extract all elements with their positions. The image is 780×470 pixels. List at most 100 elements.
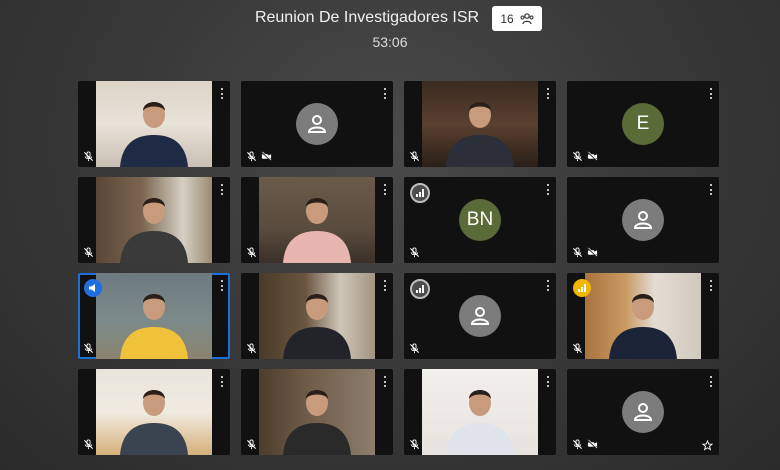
person-silhouette xyxy=(609,294,677,359)
video-feed xyxy=(259,273,375,359)
mic-off-icon xyxy=(572,343,583,354)
person-silhouette xyxy=(283,294,351,359)
participant-tile[interactable]: BN xyxy=(404,177,556,263)
camera-off-icon xyxy=(587,151,598,162)
tile-menu-icon[interactable] xyxy=(384,88,387,99)
star-icon[interactable] xyxy=(702,440,713,451)
meeting-timer: 53:06 xyxy=(372,34,408,50)
person-silhouette xyxy=(283,390,351,455)
participant-tile[interactable]: E xyxy=(567,81,719,167)
tile-menu-icon[interactable] xyxy=(221,280,224,291)
signal-icon xyxy=(573,279,591,297)
tile-menu-icon[interactable] xyxy=(221,88,224,99)
tile-status xyxy=(409,439,420,450)
mic-off-icon xyxy=(246,343,257,354)
participant-grid: E BN xyxy=(78,81,719,455)
person-icon xyxy=(307,115,327,133)
meeting-header: Reunion De Investigadores ISR 16 53:06 xyxy=(0,0,780,60)
tile-status xyxy=(572,151,598,162)
tile-status xyxy=(246,151,272,162)
participant-tile[interactable] xyxy=(404,81,556,167)
participant-tile[interactable] xyxy=(241,177,393,263)
mic-off-icon xyxy=(409,439,420,450)
tile-status xyxy=(246,247,257,258)
tile-status xyxy=(409,247,420,258)
tile-menu-icon[interactable] xyxy=(710,184,713,195)
avatar-initials: BN xyxy=(459,199,501,241)
mic-off-icon xyxy=(83,247,94,258)
participant-tile[interactable] xyxy=(241,273,393,359)
participant-tile[interactable] xyxy=(567,273,719,359)
tile-menu-icon[interactable] xyxy=(710,376,713,387)
participant-tile[interactable] xyxy=(78,177,230,263)
mic-off-icon xyxy=(246,151,257,162)
tile-menu-icon[interactable] xyxy=(221,184,224,195)
tile-status xyxy=(83,151,94,162)
participant-tile[interactable] xyxy=(78,273,230,359)
signal-icon xyxy=(410,183,430,203)
video-feed xyxy=(96,177,212,263)
avatar xyxy=(622,199,664,241)
tile-menu-icon[interactable] xyxy=(710,88,713,99)
meeting-title: Reunion De Investigadores ISR xyxy=(254,9,480,26)
participant-tile[interactable] xyxy=(241,369,393,455)
participant-tile[interactable] xyxy=(567,369,719,455)
mic-off-icon xyxy=(83,439,94,450)
mic-off-icon xyxy=(409,247,420,258)
video-feed xyxy=(96,273,212,359)
tile-menu-icon[interactable] xyxy=(547,376,550,387)
person-silhouette xyxy=(120,294,188,359)
person-icon xyxy=(470,307,490,325)
avatar xyxy=(622,391,664,433)
mic-off-icon xyxy=(409,151,420,162)
tile-menu-icon[interactable] xyxy=(384,376,387,387)
participants-button[interactable]: 16 xyxy=(492,6,542,31)
signal-icon xyxy=(410,279,430,299)
person-icon xyxy=(633,211,653,229)
person-silhouette xyxy=(446,102,514,167)
active-speaker-icon xyxy=(84,279,102,297)
participant-tile[interactable] xyxy=(567,177,719,263)
avatar-initials: E xyxy=(622,103,664,145)
participant-tile[interactable] xyxy=(78,369,230,455)
tile-menu-icon[interactable] xyxy=(547,88,550,99)
person-silhouette xyxy=(446,390,514,455)
tile-status xyxy=(572,343,583,354)
participant-tile[interactable] xyxy=(404,273,556,359)
person-silhouette xyxy=(120,390,188,455)
avatar xyxy=(459,295,501,337)
video-feed xyxy=(96,81,212,167)
participant-tile[interactable] xyxy=(241,81,393,167)
person-icon xyxy=(633,403,653,421)
participant-count: 16 xyxy=(500,11,514,26)
mic-off-icon xyxy=(246,247,257,258)
participant-tile[interactable] xyxy=(404,369,556,455)
tile-status xyxy=(83,247,94,258)
people-icon xyxy=(520,12,534,24)
mic-off-icon xyxy=(409,343,420,354)
mic-off-icon xyxy=(572,439,583,450)
tile-menu-icon[interactable] xyxy=(221,376,224,387)
participant-tile[interactable] xyxy=(78,81,230,167)
video-feed xyxy=(96,369,212,455)
tile-menu-icon[interactable] xyxy=(547,280,550,291)
tile-status xyxy=(246,439,257,450)
tile-menu-icon[interactable] xyxy=(384,280,387,291)
mic-off-icon xyxy=(83,343,94,354)
tile-status xyxy=(83,343,94,354)
mic-off-icon xyxy=(572,247,583,258)
mic-off-icon xyxy=(572,151,583,162)
video-feed xyxy=(422,81,538,167)
tile-menu-icon[interactable] xyxy=(710,280,713,291)
mic-off-icon xyxy=(246,439,257,450)
tile-menu-icon[interactable] xyxy=(547,184,550,195)
tile-status xyxy=(572,439,598,450)
tile-status xyxy=(246,343,257,354)
video-feed xyxy=(585,273,701,359)
mic-off-icon xyxy=(83,151,94,162)
person-silhouette xyxy=(283,198,351,263)
camera-off-icon xyxy=(587,439,598,450)
tile-menu-icon[interactable] xyxy=(384,184,387,195)
person-silhouette xyxy=(120,102,188,167)
tile-status xyxy=(409,151,420,162)
